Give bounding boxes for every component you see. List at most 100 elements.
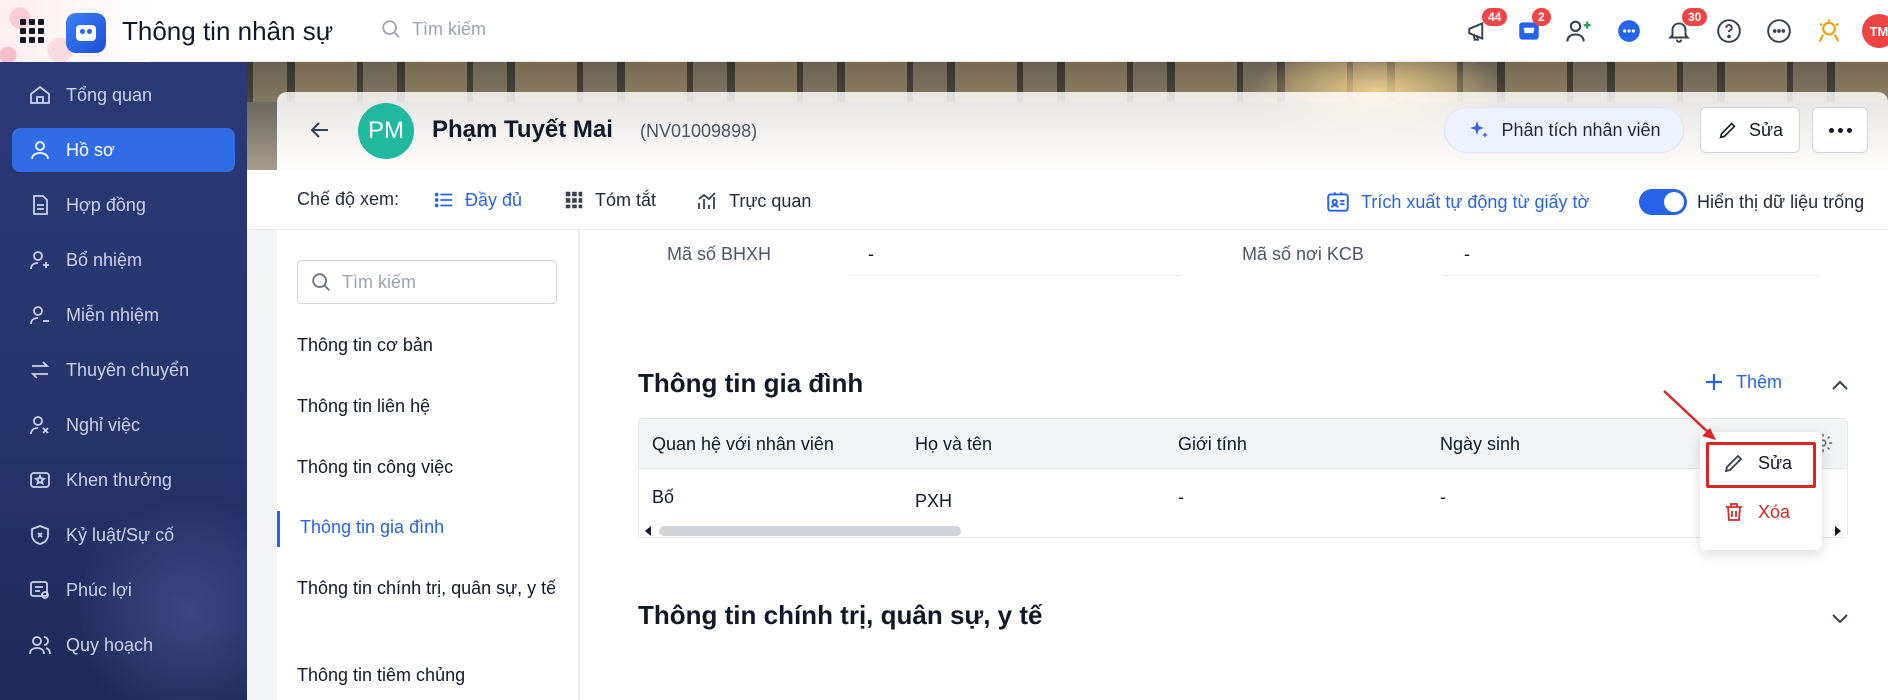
view-mode-visual[interactable]: Trực quan bbox=[695, 189, 811, 213]
sidebar-item-label: Thuyên chuyển bbox=[66, 359, 190, 380]
section-search-placeholder: Tìm kiếm bbox=[342, 271, 416, 292]
view-mode-label: Chế độ xem: bbox=[297, 189, 400, 209]
back-arrow-icon[interactable] bbox=[308, 118, 332, 142]
table-horizontal-scrollbar[interactable] bbox=[639, 523, 1847, 537]
auto-extract-button[interactable]: Trích xuất tự động từ giấy tờ bbox=[1325, 189, 1589, 215]
analyze-employee-button[interactable]: Phân tích nhân viên bbox=[1444, 107, 1684, 153]
sidebar-item-reward[interactable]: Khen thưởng bbox=[12, 458, 235, 502]
sidebar-item-label: Khen thưởng bbox=[66, 469, 172, 490]
view-mode-summary[interactable]: Tóm tắt bbox=[563, 189, 656, 211]
section-nav-politics-info[interactable]: Thông tin chính trị, quân sự, y tế bbox=[297, 576, 557, 601]
sidebar-item-benefit[interactable]: Phúc lợi bbox=[12, 568, 235, 612]
kcb-value: - bbox=[1464, 244, 1470, 264]
top-search-placeholder: Tìm kiếm bbox=[412, 18, 486, 39]
chart-icon bbox=[698, 192, 716, 209]
megaphone-button[interactable]: 44 bbox=[1454, 0, 1508, 62]
auto-extract-label: Trích xuất tự động từ giấy tờ bbox=[1361, 191, 1590, 212]
menu-item-edit[interactable]: Sửa bbox=[1700, 441, 1822, 485]
section-nav-work-info[interactable]: Thông tin công việc bbox=[297, 455, 557, 480]
section-nav-family-info[interactable]: Thông tin gia đình bbox=[300, 515, 560, 540]
scrollbar-thumb[interactable] bbox=[659, 526, 961, 536]
top-search[interactable]: Tìm kiếm bbox=[380, 18, 486, 40]
add-family-label: Thêm bbox=[1736, 371, 1783, 392]
sidebar: Tổng quan Hồ sơ Hợp đồng Bổ nhiệm Miễn n… bbox=[0, 62, 247, 700]
section-search-input[interactable]: Tìm kiếm bbox=[297, 260, 557, 304]
scroll-right-icon[interactable] bbox=[1833, 525, 1843, 537]
cart-button[interactable]: 2 bbox=[1504, 0, 1554, 62]
award-icon bbox=[30, 472, 50, 488]
chat-button[interactable] bbox=[1604, 0, 1654, 62]
bell-button[interactable]: 30 bbox=[1654, 0, 1708, 62]
sidebar-item-contract[interactable]: Hợp đồng bbox=[12, 183, 235, 227]
view-mode-visual-label: Trực quan bbox=[729, 190, 812, 211]
top-icons: 44 2 30 TM bbox=[1454, 0, 1888, 62]
add-user-button[interactable] bbox=[1554, 0, 1604, 62]
table-cell-gender: - bbox=[1178, 487, 1184, 507]
id-card-icon bbox=[1327, 192, 1349, 212]
section-nav-active-indicator bbox=[277, 511, 280, 547]
sidebar-item-dismissal[interactable]: Miễn nhiệm bbox=[12, 293, 235, 337]
apps-grid-icon[interactable] bbox=[20, 19, 44, 43]
document-icon bbox=[33, 195, 48, 215]
edit-profile-label: Sửa bbox=[1748, 119, 1784, 140]
kcb-label: Mã số nơi KCB bbox=[1242, 244, 1364, 264]
search-icon bbox=[312, 273, 330, 291]
sidebar-item-label: Miễn nhiệm bbox=[66, 304, 160, 325]
app-logo-icon bbox=[66, 13, 106, 53]
show-empty-toggle-row: Hiển thị dữ liệu trống bbox=[1639, 189, 1864, 215]
sidebar-item-label: Phúc lợi bbox=[66, 579, 132, 600]
sidebar-item-discipline[interactable]: Kỷ luật/Sự cố bbox=[12, 513, 235, 557]
sidebar-item-label: Nghỉ việc bbox=[66, 414, 141, 435]
help-button[interactable] bbox=[1704, 0, 1754, 62]
column-header-birthdate: Ngày sinh bbox=[1440, 434, 1521, 454]
sidebar-item-label: Bổ nhiệm bbox=[66, 249, 143, 270]
users-icon bbox=[29, 636, 51, 655]
help-icon bbox=[1717, 19, 1741, 43]
table-cell-fullname: PXH bbox=[915, 491, 953, 511]
sidebar-item-planning[interactable]: Quy hoạch bbox=[12, 623, 235, 667]
employee-name: Phạm Tuyết Mai bbox=[432, 116, 613, 143]
shield-icon bbox=[31, 525, 49, 545]
benefit-icon bbox=[30, 581, 49, 599]
section-nav-contact-info[interactable]: Thông tin liên hệ bbox=[297, 394, 557, 419]
sidebar-item-overview[interactable]: Tổng quan bbox=[12, 73, 235, 117]
menu-item-edit-label: Sửa bbox=[1758, 452, 1793, 473]
add-user-icon bbox=[1566, 20, 1591, 42]
show-empty-toggle[interactable] bbox=[1639, 189, 1687, 215]
section-nav-basic-info[interactable]: Thông tin cơ bản bbox=[297, 333, 557, 358]
achievement-button[interactable] bbox=[1804, 0, 1854, 62]
scroll-left-icon[interactable] bbox=[643, 525, 653, 537]
kcb-underline bbox=[1444, 275, 1818, 276]
sidebar-item-label: Tổng quan bbox=[66, 84, 153, 105]
more-options-button[interactable] bbox=[1812, 107, 1868, 153]
main-content: Mã số BHXH - Mã số nơi KCB - Thông tin g… bbox=[580, 230, 1888, 700]
section-nav-vaccination-info[interactable]: Thông tin tiêm chủng bbox=[297, 663, 557, 688]
sidebar-item-profile[interactable]: Hồ sơ bbox=[12, 128, 235, 172]
menu-item-delete[interactable]: Xóa bbox=[1700, 490, 1822, 534]
sidebar-item-label: Quy hoạch bbox=[66, 634, 154, 655]
sidebar-item-appointment[interactable]: Bổ nhiệm bbox=[12, 238, 235, 282]
column-header-fullname: Họ và tên bbox=[915, 434, 993, 454]
sidebar-item-transfer[interactable]: Thuyên chuyển bbox=[12, 348, 235, 392]
user-plus-icon bbox=[30, 251, 49, 270]
user-avatar[interactable]: TM bbox=[1862, 14, 1888, 48]
annotation-arrow-icon bbox=[1663, 390, 1716, 440]
view-mode-full[interactable]: Đầy đủ bbox=[433, 189, 522, 211]
sidebar-item-label: Hợp đồng bbox=[66, 194, 146, 215]
view-mode-bar: Chế độ xem: Đầy đủ Tóm tắt Trực quan Trí… bbox=[247, 170, 1888, 230]
chevron-down-icon[interactable] bbox=[1828, 606, 1852, 630]
politics-section-title: Thông tin chính trị, quân sự, y tế bbox=[638, 600, 1043, 630]
top-bar: Thông tin nhân sự Tìm kiếm 44 2 30 TM bbox=[0, 0, 1888, 62]
more-circle-button[interactable] bbox=[1754, 0, 1804, 62]
sidebar-item-resignation[interactable]: Nghỉ việc bbox=[12, 403, 235, 447]
bhxh-label: Mã số BHXH bbox=[667, 244, 772, 264]
trash-icon bbox=[1726, 503, 1742, 521]
list-icon bbox=[434, 192, 453, 208]
table-cell-birthdate: - bbox=[1440, 487, 1446, 507]
bhxh-value: - bbox=[868, 244, 874, 264]
chevron-up-icon[interactable] bbox=[1828, 374, 1852, 398]
edit-profile-button[interactable]: Sửa bbox=[1700, 107, 1800, 153]
show-empty-label: Hiển thị dữ liệu trống bbox=[1697, 191, 1865, 212]
achievement-icon bbox=[1818, 19, 1840, 42]
column-header-gender: Giới tính bbox=[1178, 434, 1247, 454]
